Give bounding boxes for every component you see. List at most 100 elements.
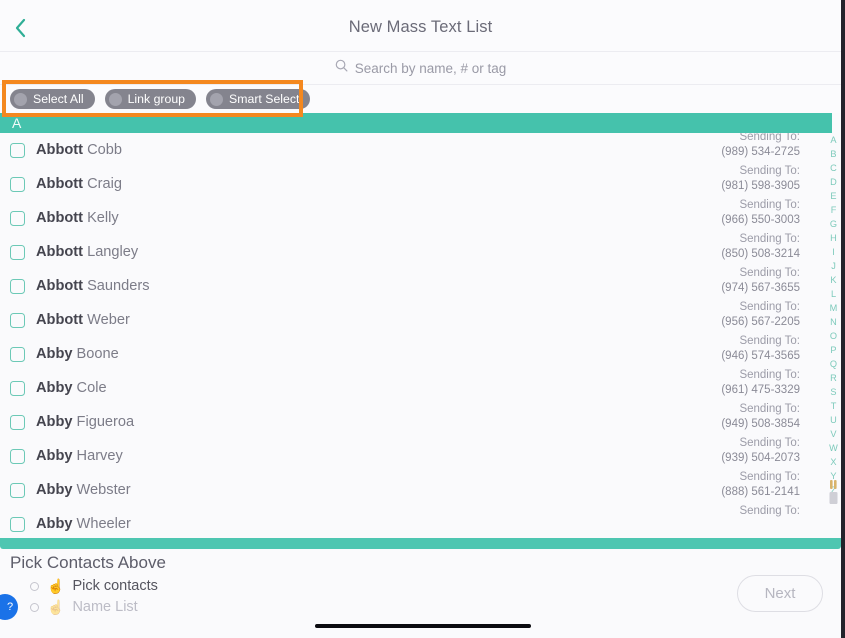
sending-to-phone: (961) 475-3329 [721,383,800,396]
pill-toggle-knob [108,92,122,106]
contact-row[interactable]: Abbott Cobb Sending To: (989) 534-2725 [0,133,832,167]
pointing-hand-icon: ☝️ [47,578,65,594]
contact-checkbox[interactable] [10,448,25,464]
alphabet-index-C[interactable]: C [830,164,837,174]
alphabet-index-T[interactable]: T [831,402,837,412]
contact-last-name: Kelly [87,210,119,226]
contact-row[interactable]: Abbott Langley Sending To: (850) 508-3214 [0,233,832,269]
contact-last-name: Weber [87,312,130,328]
alphabet-index-A[interactable]: A [830,135,836,146]
contact-checkbox[interactable] [10,278,25,294]
contact-checkbox[interactable] [10,346,25,362]
alphabet-index-B[interactable]: B [830,150,836,160]
sending-to-block: Sending To: [739,504,800,519]
home-indicator [314,624,531,628]
device-edge [841,0,845,638]
contact-row[interactable]: Abby Cole Sending To: (961) 475-3329 [0,368,832,405]
contact-checkbox[interactable] [10,312,25,328]
sending-to-label: Sending To: [739,437,800,449]
alphabet-index-V[interactable]: V [830,430,836,440]
contact-checkbox[interactable] [10,414,25,430]
radio-option-label: Pick contacts [72,578,158,594]
alphabet-index-J[interactable]: J [831,262,836,272]
search-icon [335,59,348,77]
index-scroll-handle-icon[interactable] [827,478,840,510]
sending-to-phone: (949) 508-3854 [721,417,800,430]
contact-row[interactable]: Abby Wheeler Sending To: [0,504,832,537]
action-pill-link-group[interactable]: Link group [104,89,197,109]
contact-last-name: Cobb [87,142,122,158]
radio-indicator[interactable] [30,581,39,591]
alphabet-index-E[interactable]: E [830,192,836,202]
sending-to-label: Sending To: [739,233,800,245]
alphabet-index-N[interactable]: N [830,318,837,328]
contact-checkbox[interactable] [10,380,25,396]
alphabet-index-O[interactable]: O [830,332,837,342]
alphabet-index-S[interactable]: S [830,388,836,398]
contact-row[interactable]: Abby Boone Sending To: (946) 574-3565 [0,334,832,371]
search-input[interactable]: Search by name, # or tag [355,61,507,76]
alphabet-index-D[interactable]: D [830,178,837,188]
sending-to-block: Sending To: (946) 574-3565 [721,334,800,363]
alphabet-index-U[interactable]: U [830,416,837,426]
radio-option-name-list[interactable]: ☝️ Name List [30,599,138,615]
alphabet-index-G[interactable]: G [830,220,837,230]
alphabet-index-K[interactable]: K [830,276,836,286]
contact-checkbox[interactable] [10,142,25,158]
action-pill-label: Link group [127,92,186,106]
contact-checkbox[interactable] [10,482,25,498]
radio-option-pick-contacts[interactable]: ☝️ Pick contacts [30,578,158,594]
sending-to-label: Sending To: [739,471,800,483]
alphabet-index[interactable]: ABCDEFGHIJKLMNOPQRSTUVWXYZ [827,135,840,496]
sending-to-phone: (946) 574-3565 [721,349,800,362]
contact-row[interactable]: Abby Harvey Sending To: (939) 504-2073 [0,437,832,473]
question-mark-icon: ? [6,601,14,613]
action-pill-label: Smart Select [229,92,300,106]
contact-row[interactable]: Abbott Kelly Sending To: (966) 550-3003 [0,199,832,235]
contact-checkbox[interactable] [10,516,25,532]
contact-first-name: Abby [36,516,73,532]
alphabet-index-R[interactable]: R [830,374,837,384]
action-pill-select-all[interactable]: Select All [10,89,95,109]
contact-first-name: Abby [36,414,73,430]
sending-to-label: Sending To: [739,369,800,381]
app-header: New Mass Text List [0,0,841,52]
contact-checkbox[interactable] [10,210,25,226]
action-pill-smart-select[interactable]: Smart Select [206,89,311,109]
alphabet-index-F[interactable]: F [831,206,837,216]
contact-first-name: Abby [36,482,73,498]
sending-to-block: Sending To: (949) 508-3854 [721,402,800,431]
sending-to-label: Sending To: [739,335,800,347]
sending-to-block: Sending To: (974) 567-3655 [721,266,800,295]
alphabet-index-P[interactable]: P [830,346,836,356]
contact-checkbox[interactable] [10,176,25,192]
sending-to-block: Sending To: (961) 475-3329 [721,368,800,397]
section-header-a: A [0,113,832,133]
contact-name: Abby Wheeler [36,516,131,532]
contact-row[interactable]: Abbott Saunders Sending To: (974) 567-3655 [0,266,832,303]
search-bar[interactable]: Search by name, # or tag [0,52,841,85]
contact-last-name: Figueroa [76,414,135,430]
contact-last-name: Harvey [76,448,123,464]
contact-row[interactable]: Abbott Weber Sending To: (956) 567-2205 [0,301,832,337]
alphabet-index-I[interactable]: I [832,248,835,258]
contact-row[interactable]: Abby Webster Sending To: (888) 561-2141 [0,471,832,507]
contact-row[interactable]: Abby Figueroa Sending To: (949) 508-3854 [0,402,832,439]
alphabet-index-H[interactable]: H [830,234,837,244]
alphabet-index-M[interactable]: M [830,304,838,314]
contact-name: Abby Harvey [36,448,123,464]
sending-to-block: Sending To: (989) 534-2725 [721,133,800,159]
sending-to-label: Sending To: [739,165,800,177]
contact-list[interactable]: Abbott Cobb Sending To: (989) 534-2725 Abbo… [0,133,832,537]
contact-row[interactable]: Abbott Craig Sending To: (981) 598-3905 [0,165,832,201]
alphabet-index-W[interactable]: W [829,444,838,454]
contact-name: Abbott Saunders [36,278,150,294]
radio-indicator[interactable] [30,602,39,612]
contact-checkbox[interactable] [10,244,25,260]
contact-name: Abby Webster [36,482,131,498]
alphabet-index-X[interactable]: X [830,458,836,468]
pointing-hand-icon: ☝️ [47,599,65,615]
next-button[interactable]: Next [737,575,823,612]
alphabet-index-Q[interactable]: Q [830,360,837,370]
alphabet-index-L[interactable]: L [831,290,836,300]
